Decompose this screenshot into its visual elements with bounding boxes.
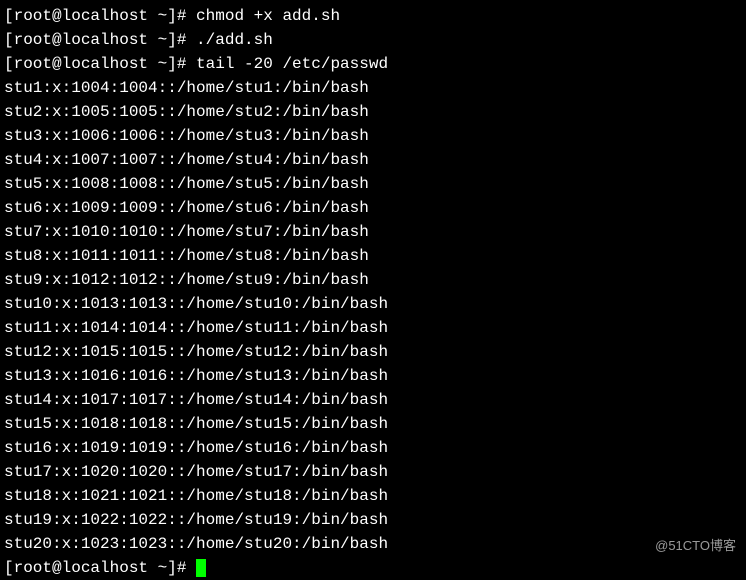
prompt-line: [root@localhost ~]# ./add.sh — [4, 28, 742, 52]
output-line: stu1:x:1004:1004::/home/stu1:/bin/bash — [4, 76, 742, 100]
command-text: chmod +x add.sh — [196, 7, 340, 25]
output-line: stu7:x:1010:1010::/home/stu7:/bin/bash — [4, 220, 742, 244]
command-text: tail -20 /etc/passwd — [196, 55, 388, 73]
output-line: stu5:x:1008:1008::/home/stu5:/bin/bash — [4, 172, 742, 196]
prompt-line: [root@localhost ~]# — [4, 556, 742, 580]
output-line: stu11:x:1014:1014::/home/stu11:/bin/bash — [4, 316, 742, 340]
output-line: stu8:x:1011:1011::/home/stu8:/bin/bash — [4, 244, 742, 268]
terminal-output[interactable]: [root@localhost ~]# chmod +x add.sh[root… — [4, 4, 742, 580]
output-line: stu4:x:1007:1007::/home/stu4:/bin/bash — [4, 148, 742, 172]
output-line: stu14:x:1017:1017::/home/stu14:/bin/bash — [4, 388, 742, 412]
prompt-line: [root@localhost ~]# tail -20 /etc/passwd — [4, 52, 742, 76]
output-line: stu18:x:1021:1021::/home/stu18:/bin/bash — [4, 484, 742, 508]
prompt-line: [root@localhost ~]# chmod +x add.sh — [4, 4, 742, 28]
output-line: stu19:x:1022:1022::/home/stu19:/bin/bash — [4, 508, 742, 532]
cursor-icon[interactable] — [196, 559, 206, 577]
output-line: stu20:x:1023:1023::/home/stu20:/bin/bash — [4, 532, 742, 556]
command-text: ./add.sh — [196, 31, 273, 49]
shell-prompt: [root@localhost ~]# — [4, 7, 196, 25]
watermark-text: @51CTO博客 — [655, 536, 736, 556]
output-line: stu9:x:1012:1012::/home/stu9:/bin/bash — [4, 268, 742, 292]
output-line: stu15:x:1018:1018::/home/stu15:/bin/bash — [4, 412, 742, 436]
output-line: stu10:x:1013:1013::/home/stu10:/bin/bash — [4, 292, 742, 316]
output-line: stu17:x:1020:1020::/home/stu17:/bin/bash — [4, 460, 742, 484]
output-line: stu16:x:1019:1019::/home/stu16:/bin/bash — [4, 436, 742, 460]
output-line: stu12:x:1015:1015::/home/stu12:/bin/bash — [4, 340, 742, 364]
shell-prompt: [root@localhost ~]# — [4, 55, 196, 73]
output-line: stu13:x:1016:1016::/home/stu13:/bin/bash — [4, 364, 742, 388]
shell-prompt: [root@localhost ~]# — [4, 559, 196, 577]
shell-prompt: [root@localhost ~]# — [4, 31, 196, 49]
output-line: stu2:x:1005:1005::/home/stu2:/bin/bash — [4, 100, 742, 124]
output-line: stu6:x:1009:1009::/home/stu6:/bin/bash — [4, 196, 742, 220]
output-line: stu3:x:1006:1006::/home/stu3:/bin/bash — [4, 124, 742, 148]
